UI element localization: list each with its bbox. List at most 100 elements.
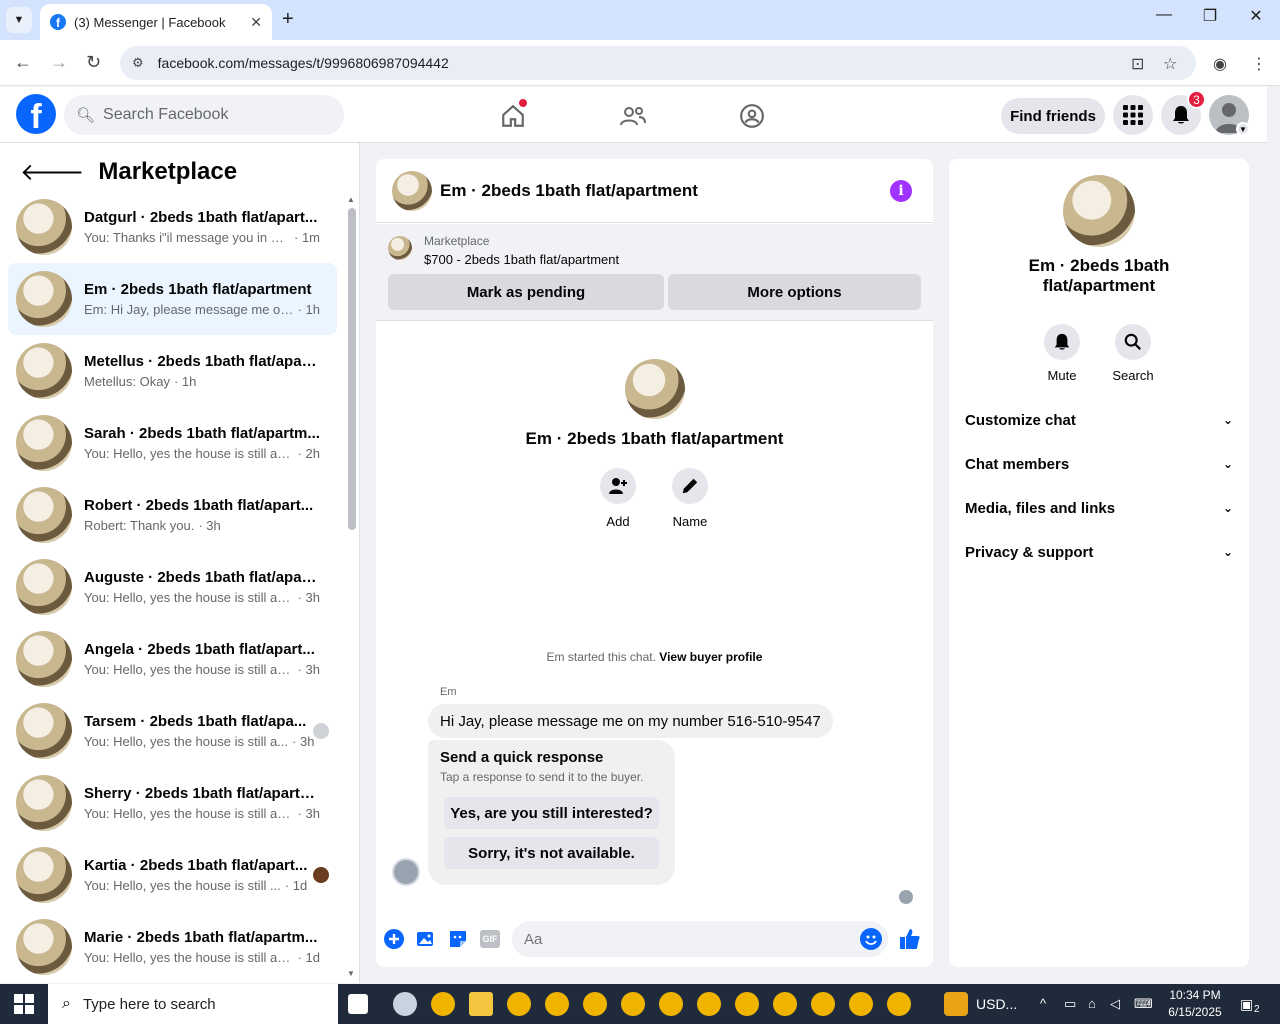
chrome-icon[interactable] <box>583 992 607 1016</box>
chrome-icon[interactable] <box>621 992 645 1016</box>
scroll-up-icon[interactable]: ▲ <box>347 195 355 204</box>
conversation-item[interactable]: Datgurl · 2beds 1bath flat/apart... You:… <box>8 191 337 263</box>
chrome-icon[interactable] <box>773 992 797 1016</box>
volume-icon[interactable]: ◁ <box>1110 996 1120 1012</box>
quick-response-not-available[interactable]: Sorry, it's not available. <box>444 837 659 869</box>
chrome-icon[interactable] <box>545 992 569 1016</box>
chat-avatar[interactable] <box>392 170 432 211</box>
conversation-item[interactable]: Sarah · 2beds 1bath flat/apartm... You: … <box>8 407 337 479</box>
notification-center-icon[interactable]: ▣ <box>1240 996 1253 1013</box>
install-app-icon[interactable]: ⊡ <box>1131 54 1144 74</box>
emoji-icon[interactable] <box>860 928 882 950</box>
message-bubble[interactable]: Hi Jay, please message me on my number 5… <box>428 704 833 738</box>
chrome-icon[interactable] <box>887 992 911 1016</box>
close-window-button[interactable]: ✕ <box>1233 6 1279 26</box>
forward-icon[interactable]: → <box>50 52 68 73</box>
chrome-icon[interactable] <box>849 992 873 1016</box>
conversation-item[interactable]: Marie · 2beds 1bath flat/apartm... You: … <box>8 911 337 983</box>
site-info-icon[interactable]: ⚙ <box>132 55 144 71</box>
sticker-icon[interactable] <box>447 928 469 950</box>
menu-grid-icon[interactable] <box>1113 95 1153 135</box>
tab-search-button[interactable]: ▼ <box>6 7 32 33</box>
network-icon[interactable]: ⌂ <box>1088 996 1096 1011</box>
mark-pending-button[interactable]: Mark as pending <box>388 274 664 310</box>
tray-chevron-icon[interactable]: ^ <box>1040 996 1046 1011</box>
chrome-icon[interactable] <box>659 992 683 1016</box>
conversation-item[interactable]: Tarsem · 2beds 1bath flat/apa... You: He… <box>8 695 337 767</box>
gif-icon[interactable]: GIF <box>480 930 500 948</box>
search-chat-button[interactable]: Search <box>1108 324 1158 383</box>
chrome-icon[interactable] <box>507 992 531 1016</box>
profile-icon[interactable]: ◉ <box>1213 54 1227 74</box>
privacy-support-row[interactable]: Privacy & support ⌄ <box>965 530 1233 574</box>
taskbar-clock[interactable]: 10:34 PM 6/15/2025 <box>1160 987 1230 1021</box>
like-thumb-icon[interactable] <box>899 928 921 950</box>
taskbar-search[interactable]: ⌕ Type here to search <box>48 984 338 1024</box>
listing-thumbnail <box>388 236 412 260</box>
listing-title[interactable]: $700 - 2beds 1bath flat/apartment <box>424 252 619 267</box>
add-people-button[interactable]: Add <box>600 468 636 529</box>
windows-taskbar: ⌕ Type here to search USD... ^ ▭ ⌂ ◁ ⌨ 1… <box>0 984 1280 1024</box>
message-input[interactable] <box>512 921 888 957</box>
chat-title[interactable]: Em · 2beds 1bath flat/apartment <box>440 181 698 201</box>
new-tab-button[interactable]: + <box>282 8 294 31</box>
conversation-item[interactable]: Robert · 2beds 1bath flat/apart... Rober… <box>8 479 337 551</box>
conversation-item[interactable]: Angela · 2beds 1bath flat/apart... You: … <box>8 623 337 695</box>
meet-now-icon[interactable]: ▭ <box>1064 996 1076 1012</box>
sender-avatar[interactable] <box>392 858 420 886</box>
listing-thumbnail <box>16 559 72 615</box>
sidebar-scrollbar[interactable] <box>348 208 356 530</box>
back-arrow-icon[interactable]: 🡐 <box>20 157 84 187</box>
notification-badge: 3 <box>1187 90 1206 109</box>
facebook-search[interactable]: 🔍︎ Search Facebook <box>64 95 344 135</box>
browser-menu-icon[interactable]: ⋮ <box>1251 54 1267 74</box>
view-buyer-profile-link[interactable]: View buyer profile <box>659 650 762 664</box>
chrome-icon[interactable] <box>735 992 759 1016</box>
photo-icon[interactable] <box>415 928 437 950</box>
chrome-icon[interactable] <box>697 992 721 1016</box>
currency-widget-label[interactable]: USD... <box>976 996 1017 1012</box>
plus-circle-icon[interactable] <box>383 928 405 950</box>
page-scrollbar[interactable] <box>1267 87 1280 983</box>
quick-response-interested[interactable]: Yes, are you still interested? <box>444 797 659 829</box>
taskbar-app-icon[interactable] <box>393 992 417 1016</box>
chrome-icon[interactable] <box>811 992 835 1016</box>
listing-thumbnail <box>16 919 72 975</box>
conversation-preview: You: Hello, yes the house is still ava..… <box>84 950 294 965</box>
more-options-button[interactable]: More options <box>668 274 921 310</box>
address-bar[interactable]: ⚙ facebook.com/messages/t/99968069870944… <box>120 46 1196 80</box>
info-icon[interactable]: i <box>890 180 912 202</box>
file-explorer-icon[interactable] <box>469 992 493 1016</box>
conversation-item-active[interactable]: Em · 2beds 1bath flat/apartment Em: Hi J… <box>8 263 337 335</box>
back-icon[interactable]: ← <box>14 52 32 73</box>
message-composer: GIF <box>376 919 933 959</box>
tab-close-icon[interactable]: ✕ <box>250 14 262 31</box>
find-friends-button[interactable]: Find friends <box>1001 98 1105 134</box>
scroll-down-icon[interactable]: ▼ <box>347 969 355 978</box>
friends-icon[interactable] <box>618 101 648 131</box>
conversation-item[interactable]: Auguste · 2beds 1bath flat/apart... You:… <box>8 551 337 623</box>
details-avatar <box>1063 175 1135 247</box>
windows-start-icon[interactable] <box>14 994 34 1014</box>
facebook-logo-icon[interactable]: f <box>16 94 56 134</box>
browser-tab[interactable]: f (3) Messenger | Facebook ✕ <box>40 4 272 40</box>
chrome-icon[interactable] <box>431 992 455 1016</box>
restore-button[interactable]: ❐ <box>1187 6 1233 26</box>
groups-icon[interactable] <box>737 101 767 131</box>
mute-button[interactable]: Mute <box>1037 324 1087 383</box>
customize-chat-row[interactable]: Customize chat ⌄ <box>965 398 1233 442</box>
conversation-item[interactable]: Metellus · 2beds 1bath flat/apart... Met… <box>8 335 337 407</box>
chat-members-row[interactable]: Chat members ⌄ <box>965 442 1233 486</box>
reload-icon[interactable]: ↻ <box>86 52 101 73</box>
conversation-time: · 1d <box>297 950 320 965</box>
account-chevron-icon[interactable]: ▼ <box>1236 122 1250 136</box>
name-chat-button[interactable]: Name <box>672 468 708 529</box>
media-files-links-row[interactable]: Media, files and links ⌄ <box>965 486 1233 530</box>
currency-widget-icon[interactable] <box>944 992 968 1016</box>
minimize-button[interactable]: — <box>1141 6 1187 24</box>
bookmark-star-icon[interactable]: ☆ <box>1163 54 1177 74</box>
task-view-icon[interactable] <box>348 994 368 1014</box>
keyboard-icon[interactable]: ⌨ <box>1134 996 1153 1012</box>
conversation-item[interactable]: Kartia · 2beds 1bath flat/apart... You: … <box>8 839 337 911</box>
conversation-item[interactable]: Sherry · 2beds 1bath flat/apartm... You:… <box>8 767 337 839</box>
